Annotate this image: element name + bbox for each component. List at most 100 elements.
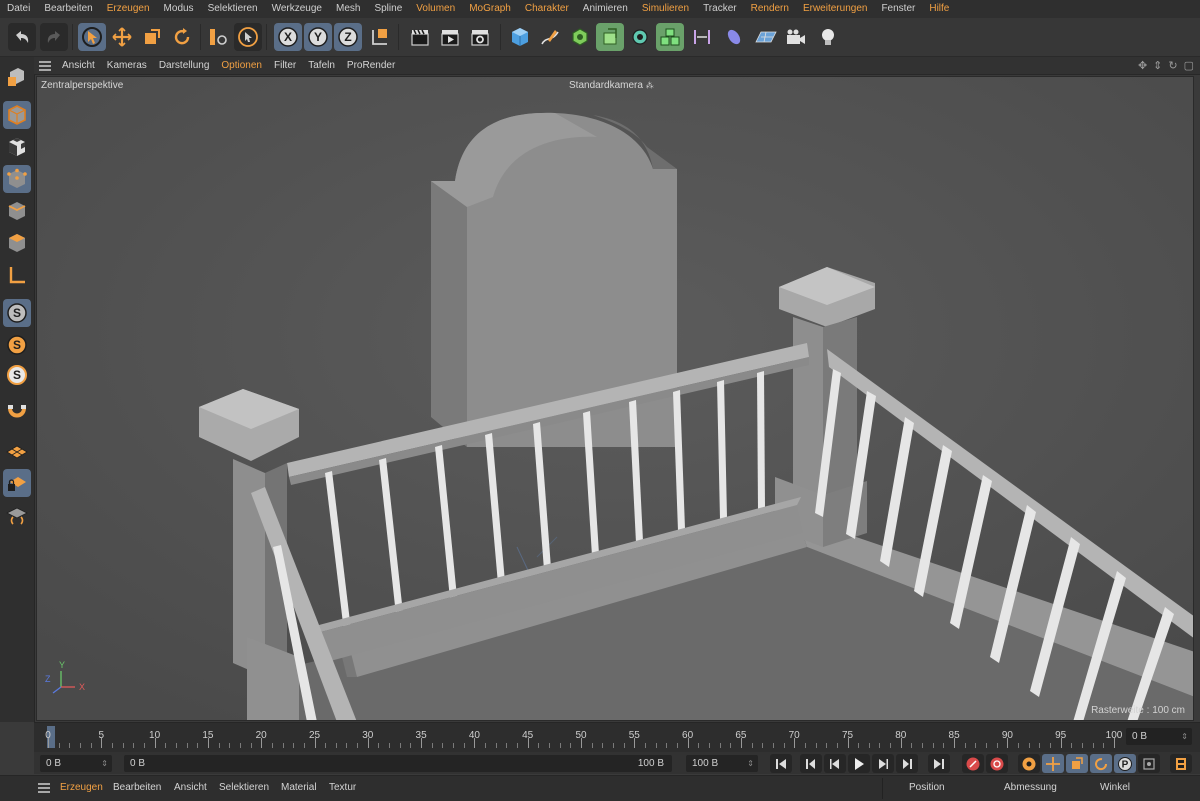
menu-volumen[interactable]: Volumen <box>409 0 462 18</box>
texture-mode-button[interactable] <box>3 133 31 161</box>
play-button[interactable] <box>848 754 870 773</box>
viewport-menu-icon[interactable] <box>34 57 56 74</box>
viewport-menu-filter[interactable]: Filter <box>268 60 302 71</box>
undo-button[interactable] <box>8 23 36 51</box>
menu-fenster[interactable]: Fenster <box>874 0 922 18</box>
go-to-end-button[interactable] <box>928 754 950 773</box>
scene-object-button[interactable] <box>720 23 748 51</box>
zoom-icon[interactable]: ⇕ <box>1153 59 1162 72</box>
move-tool-button[interactable] <box>108 23 136 51</box>
material-menu-selektieren[interactable]: Selektieren <box>219 782 269 793</box>
coordinate-system-button[interactable] <box>366 23 394 51</box>
end-frame-field[interactable]: 100 B ⇕ <box>686 755 758 772</box>
render-picture-viewer-button[interactable] <box>436 23 464 51</box>
timeline-layout-button[interactable] <box>1170 754 1192 773</box>
pan-icon[interactable]: ✥ <box>1138 59 1147 72</box>
polygons-mode-button[interactable] <box>3 229 31 257</box>
select-tool-button[interactable] <box>234 23 262 51</box>
3d-viewport[interactable]: Y X Z Zentralperspektive Standardkamera … <box>36 76 1194 721</box>
menu-simulieren[interactable]: Simulieren <box>635 0 696 18</box>
rotate-view-icon[interactable]: ↻ <box>1168 59 1177 72</box>
rotate-tool-button[interactable] <box>168 23 196 51</box>
camera-label[interactable]: Standardkamera ⁂ <box>569 80 654 91</box>
prev-frame-button[interactable] <box>824 754 846 773</box>
redo-button[interactable] <box>40 23 68 51</box>
material-menu-bearbeiten[interactable]: Bearbeiten <box>113 782 161 793</box>
menu-datei[interactable]: Datei <box>0 0 37 18</box>
pen-spline-button[interactable] <box>536 23 564 51</box>
camera-options-icon[interactable]: ⁂ <box>646 81 654 90</box>
viewport-menu-darstellung[interactable]: Darstellung <box>153 60 216 71</box>
camera-object-button[interactable] <box>782 23 810 51</box>
timeline-ruler[interactable]: 0 5 10 15 20 25 30 35 40 45 50 55 60 65 70 75 80 85 90 95 10… <box>42 726 1122 750</box>
workplane-button[interactable] <box>3 437 31 465</box>
menu-animieren[interactable]: Animieren <box>576 0 635 18</box>
prev-key-button[interactable] <box>800 754 822 773</box>
extrude-generator-button[interactable] <box>596 23 624 51</box>
viewport-menu-optionen[interactable]: Optionen <box>215 60 268 71</box>
viewport-menu-kameras[interactable]: Kameras <box>101 60 153 71</box>
record-position-button[interactable] <box>1042 754 1064 773</box>
go-to-start-button[interactable] <box>770 754 792 773</box>
menu-modus[interactable]: Modus <box>157 0 201 18</box>
axis-x-lock-button[interactable]: X <box>274 23 302 51</box>
current-frame-field[interactable]: 0 B ⇕ <box>1126 728 1192 745</box>
record-scale-button[interactable] <box>1066 754 1088 773</box>
menu-selektieren[interactable]: Selektieren <box>201 0 265 18</box>
axis-z-lock-button[interactable]: Z <box>334 23 362 51</box>
record-parameter-button[interactable]: P <box>1114 754 1136 773</box>
lock-workplane-button[interactable] <box>3 469 31 497</box>
render-settings-button[interactable] <box>466 23 494 51</box>
menu-werkzeuge[interactable]: Werkzeuge <box>265 0 329 18</box>
keyframe-selection-button[interactable] <box>1018 754 1040 773</box>
light-object-button[interactable] <box>814 23 842 51</box>
menu-charakter[interactable]: Charakter <box>518 0 576 18</box>
menu-hilfe[interactable]: Hilfe <box>922 0 956 18</box>
points-mode-button[interactable] <box>3 165 31 193</box>
recent-tools-button[interactable] <box>204 23 232 51</box>
menu-bearbeiten[interactable]: Bearbeiten <box>37 0 99 18</box>
material-menu-erzeugen[interactable]: Erzeugen <box>60 782 103 793</box>
auto-key-button[interactable] <box>986 754 1008 773</box>
viewport-menu-ansicht[interactable]: Ansicht <box>56 60 101 71</box>
menu-rendern[interactable]: Rendern <box>744 0 796 18</box>
floor-object-button[interactable] <box>752 23 780 51</box>
select-live-button[interactable] <box>78 23 106 51</box>
viewport-menu-prorender[interactable]: ProRender <box>341 60 401 71</box>
cloner-button[interactable] <box>626 23 654 51</box>
snap-button[interactable] <box>3 399 31 427</box>
menu-mesh[interactable]: Mesh <box>329 0 367 18</box>
make-editable-button[interactable] <box>3 63 31 91</box>
scale-tool-button[interactable] <box>138 23 166 51</box>
material-menu-ansicht[interactable]: Ansicht <box>174 782 207 793</box>
start-frame-field[interactable]: 0 B ⇕ <box>40 755 112 772</box>
record-point-level-button[interactable] <box>1138 754 1160 773</box>
solo-mode-button[interactable]: S <box>3 331 31 359</box>
tweak-mode-button[interactable]: S <box>3 299 31 327</box>
axis-y-lock-button[interactable]: Y <box>304 23 332 51</box>
menu-erweiterungen[interactable]: Erweiterungen <box>796 0 874 18</box>
solo-hierarchy-button[interactable]: S <box>3 361 31 389</box>
menu-spline[interactable]: Spline <box>367 0 409 18</box>
cube-object-button[interactable] <box>506 23 534 51</box>
field-button[interactable] <box>688 23 716 51</box>
preview-range-field[interactable]: 0 B 100 B <box>124 755 672 772</box>
viewport-menu-tafeln[interactable]: Tafeln <box>302 60 341 71</box>
axis-mode-button[interactable] <box>3 261 31 289</box>
subdivision-surface-button[interactable] <box>566 23 594 51</box>
toggle-layout-icon[interactable]: ▢ <box>1184 59 1194 72</box>
material-menu-icon[interactable] <box>38 782 50 794</box>
edges-mode-button[interactable] <box>3 197 31 225</box>
record-rotation-button[interactable] <box>1090 754 1112 773</box>
next-key-button[interactable] <box>896 754 918 773</box>
next-frame-button[interactable] <box>872 754 894 773</box>
material-menu-textur[interactable]: Textur <box>329 782 356 793</box>
quantize-button[interactable] <box>3 501 31 529</box>
timeline[interactable]: 0 5 10 15 20 25 30 35 40 45 50 55 60 65 70 75 80 85 90 95 10… <box>34 722 1200 753</box>
record-keys-button[interactable] <box>962 754 984 773</box>
menu-erzeugen[interactable]: Erzeugen <box>100 0 157 18</box>
deformer-group-button[interactable] <box>656 23 684 51</box>
menu-mograph[interactable]: MoGraph <box>462 0 518 18</box>
material-menu-material[interactable]: Material <box>281 782 317 793</box>
menu-tracker[interactable]: Tracker <box>696 0 744 18</box>
